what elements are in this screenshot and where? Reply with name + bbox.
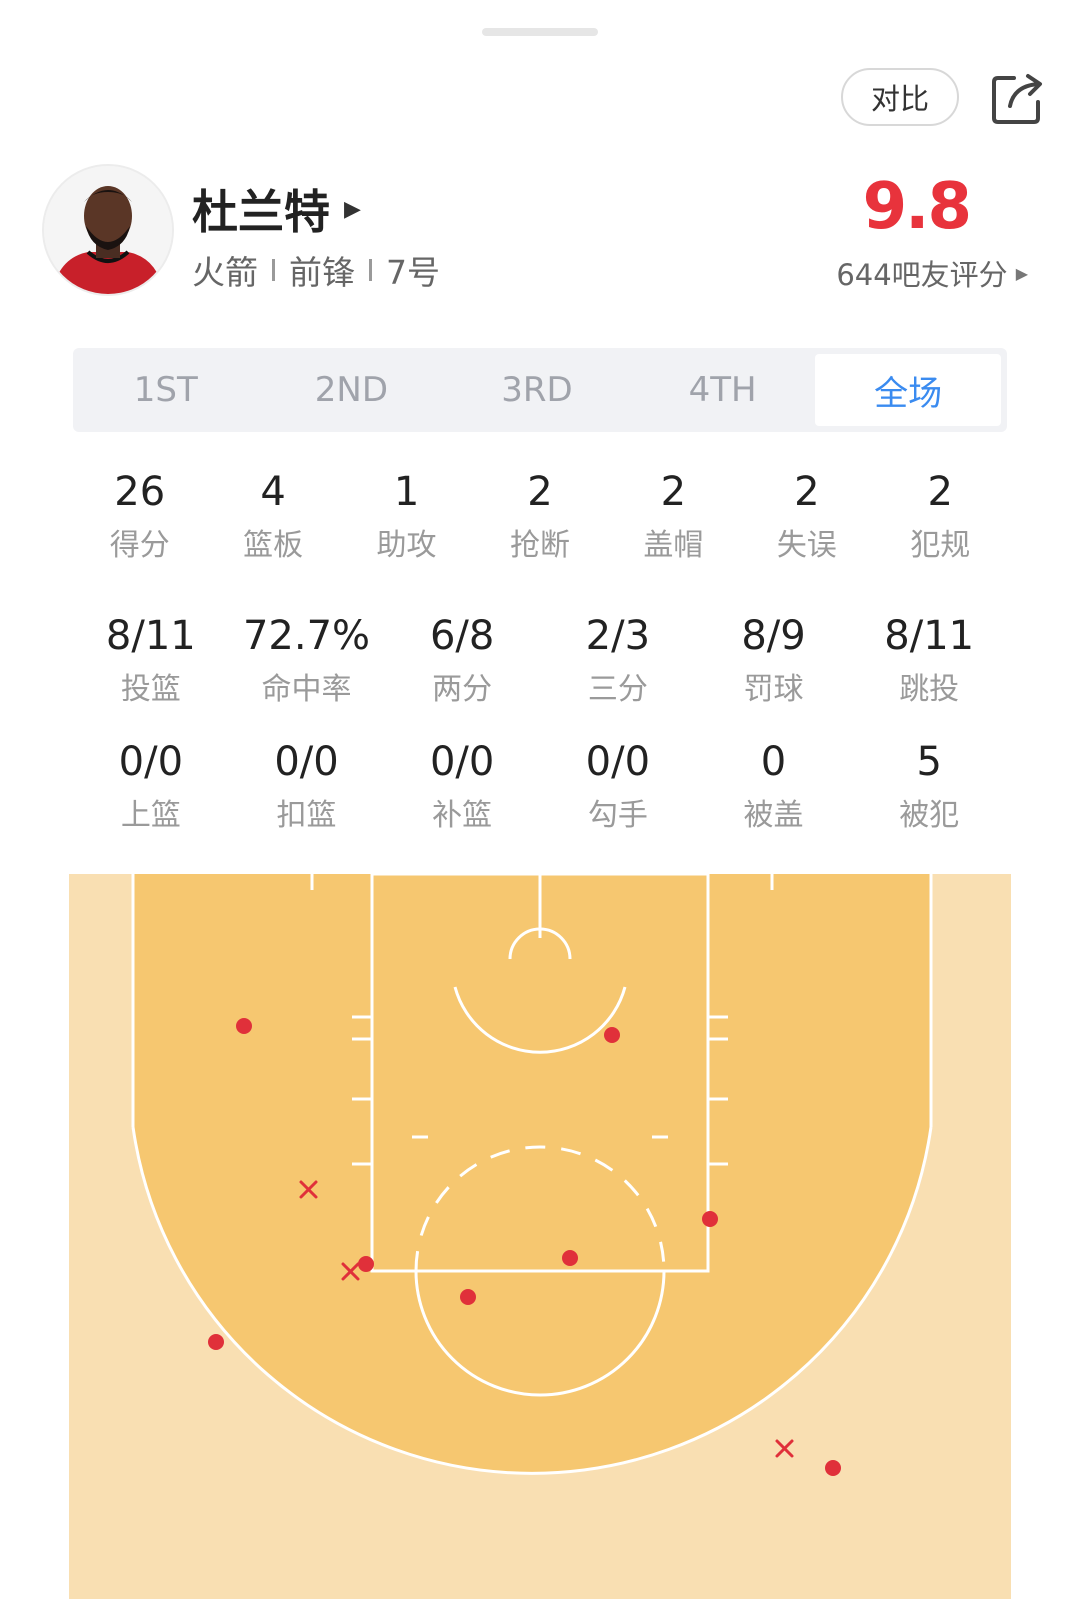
stat-label: 三分 xyxy=(587,672,648,707)
stat-label: 两分 xyxy=(432,672,493,707)
player-position: 前锋 xyxy=(289,253,355,292)
tab-3rd[interactable]: 3RD xyxy=(444,354,630,426)
stat-label: 被盖 xyxy=(743,798,804,833)
stat-label: 命中率 xyxy=(261,672,352,707)
made-shot-marker xyxy=(208,1334,224,1350)
stat-label: 助攻 xyxy=(376,528,437,563)
made-shot-marker xyxy=(358,1256,374,1272)
stat-label: 跳投 xyxy=(899,672,960,707)
shot-chart-court xyxy=(69,874,1011,1599)
stat-label: 盖帽 xyxy=(643,528,704,563)
stat-free-throws: 8/9 罚球 xyxy=(696,614,852,708)
stat-label: 犯规 xyxy=(910,528,971,563)
stat-field-goals: 8/11 投篮 xyxy=(73,614,229,708)
stat-value: 0/0 xyxy=(585,739,651,785)
stat-value: 5 xyxy=(916,739,942,785)
stat-label: 勾手 xyxy=(587,798,648,833)
period-tabs: 1ST 2ND 3RD 4TH 全场 xyxy=(73,348,1007,432)
share-icon[interactable] xyxy=(988,68,1048,128)
stat-dunks: 0/0 扣篮 xyxy=(229,740,385,834)
stat-fouls-drawn: 5 被犯 xyxy=(851,740,1007,834)
player-avatar[interactable] xyxy=(42,164,174,296)
made-shot-marker xyxy=(562,1250,578,1266)
stat-jump-shots: 8/11 跳投 xyxy=(851,614,1007,708)
caret-right-icon: ▶ xyxy=(344,196,361,222)
stat-value: 2 xyxy=(527,469,553,515)
rating-count-link[interactable]: 644吧友评分 ▶ xyxy=(836,252,1028,294)
stat-points: 26 得分 xyxy=(73,470,206,564)
made-shot-marker xyxy=(460,1289,476,1305)
stat-value: 0/0 xyxy=(118,739,184,785)
tab-full-game[interactable]: 全场 xyxy=(815,354,1001,426)
stat-value: 8/11 xyxy=(884,613,975,659)
stat-value: 26 xyxy=(114,469,166,515)
stat-fouls: 2 犯规 xyxy=(874,470,1007,564)
stat-layups: 0/0 上篮 xyxy=(73,740,229,834)
player-name[interactable]: 杜兰特 ▶ xyxy=(192,176,361,242)
stat-blocks: 2 盖帽 xyxy=(607,470,740,564)
stat-label: 得分 xyxy=(109,528,170,563)
stat-putbacks: 0/0 补篮 xyxy=(384,740,540,834)
made-shot-marker xyxy=(825,1460,841,1476)
shooting-stats-row: 8/11 投篮 72.7% 命中率 6/8 两分 2/3 三分 8/9 罚球 8/11 跳投 xyxy=(73,614,1007,708)
stat-value: 6/8 xyxy=(429,613,495,659)
tab-2nd[interactable]: 2ND xyxy=(259,354,445,426)
jersey-number: 7号 xyxy=(386,253,440,292)
stat-three-pointers: 2/3 三分 xyxy=(540,614,696,708)
stat-value: 8/9 xyxy=(741,613,806,659)
divider xyxy=(369,259,372,281)
drag-handle[interactable] xyxy=(482,28,598,36)
stat-assists: 1 助攻 xyxy=(340,470,473,564)
basic-stats-row: 26 得分 4 篮板 1 助攻 2 抢断 2 盖帽 2 失误 2 犯规 xyxy=(73,470,1007,564)
stat-value: 2 xyxy=(927,469,953,515)
stat-label: 投篮 xyxy=(120,672,181,707)
stat-value: 2/3 xyxy=(585,613,651,659)
player-meta: 火箭 前锋 7号 xyxy=(192,246,440,294)
stat-value: 0/0 xyxy=(429,739,495,785)
stat-value: 0/0 xyxy=(274,739,339,785)
stat-label: 补篮 xyxy=(432,798,493,833)
stat-value: 4 xyxy=(260,469,286,515)
compare-button[interactable]: 对比 xyxy=(841,68,959,126)
player-photo xyxy=(44,166,172,294)
stat-label: 失误 xyxy=(776,528,837,563)
stat-value: 72.7% xyxy=(242,613,371,659)
stat-value: 2 xyxy=(660,469,687,515)
stat-value: 0 xyxy=(760,739,787,785)
caret-right-icon: ▶ xyxy=(1015,263,1028,283)
stat-value: 1 xyxy=(393,469,420,515)
stat-value: 8/11 xyxy=(105,613,196,659)
stat-blocked: 0 被盖 xyxy=(696,740,852,834)
stat-label: 扣篮 xyxy=(276,798,337,833)
stat-label: 被犯 xyxy=(899,798,960,833)
stat-label: 罚球 xyxy=(743,672,804,707)
stat-label: 篮板 xyxy=(243,528,304,563)
stat-turnovers: 2 失误 xyxy=(740,470,873,564)
made-shot-marker xyxy=(702,1211,718,1227)
team-name: 火箭 xyxy=(192,253,258,292)
divider xyxy=(272,259,275,281)
shot-type-stats-row: 0/0 上篮 0/0 扣篮 0/0 补篮 0/0 勾手 0 被盖 5 被犯 xyxy=(73,740,1007,834)
stat-fg-percentage: 72.7% 命中率 xyxy=(229,614,385,708)
stat-steals: 2 抢断 xyxy=(473,470,606,564)
player-rating: 9.8 xyxy=(862,170,972,244)
stat-two-pointers: 6/8 两分 xyxy=(384,614,540,708)
tab-4th[interactable]: 4TH xyxy=(630,354,816,426)
stat-label: 抢断 xyxy=(509,528,570,563)
player-name-text: 杜兰特 xyxy=(192,185,330,239)
tab-1st[interactable]: 1ST xyxy=(73,354,259,426)
stat-hook-shots: 0/0 勾手 xyxy=(540,740,696,834)
stat-value: 2 xyxy=(794,469,820,515)
rating-count-text: 644吧友评分 xyxy=(836,258,1008,292)
made-shot-marker xyxy=(236,1018,252,1034)
stat-label: 上篮 xyxy=(120,798,181,833)
made-shot-marker xyxy=(604,1027,620,1043)
stat-rebounds: 4 篮板 xyxy=(206,470,339,564)
